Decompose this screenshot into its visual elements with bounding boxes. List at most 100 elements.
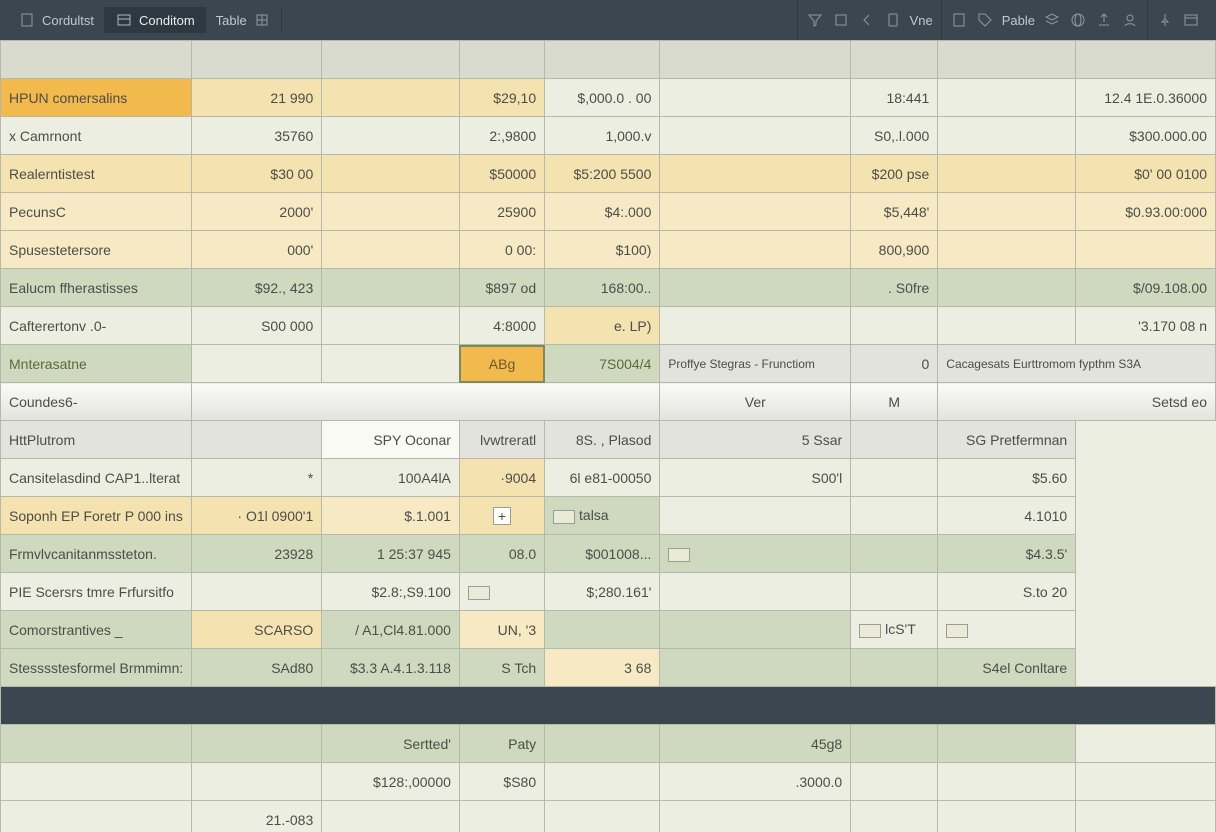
- cell[interactable]: [322, 231, 460, 269]
- row-label[interactable]: Stesssstesformel Brmmimn:: [1, 649, 192, 687]
- cell[interactable]: 6l e81-00050: [545, 459, 660, 497]
- cell[interactable]: 21 990: [192, 79, 322, 117]
- cell[interactable]: $,000.0 . 00: [545, 79, 660, 117]
- accent-right-label1[interactable]: Proffye Stegras - Frunctiom: [660, 345, 851, 383]
- cell[interactable]: $;280.161': [545, 573, 660, 611]
- filter-icon[interactable]: [806, 11, 824, 29]
- cell[interactable]: $92., 423: [192, 269, 322, 307]
- cell[interactable]: S4el Conltare: [938, 649, 1076, 687]
- cell[interactable]: [1076, 725, 1216, 763]
- cell[interactable]: [1076, 763, 1216, 801]
- cell[interactable]: [851, 649, 938, 687]
- cell[interactable]: S0,.l.000: [851, 117, 938, 155]
- cell[interactable]: [192, 725, 322, 763]
- globe-icon[interactable]: [1069, 11, 1087, 29]
- cell[interactable]: [192, 763, 322, 801]
- cell[interactable]: [660, 193, 851, 231]
- cell[interactable]: [192, 573, 322, 611]
- cell[interactable]: [322, 269, 460, 307]
- accent-label[interactable]: Mnterasatne: [1, 345, 192, 383]
- cell[interactable]: $100): [545, 231, 660, 269]
- row-label[interactable]: Soponh EP Foretr P 000 ins: [1, 497, 192, 535]
- cell[interactable]: 45g8: [660, 725, 851, 763]
- cell[interactable]: $S80: [459, 763, 544, 801]
- row-label[interactable]: Cafterertonv .0-: [1, 307, 192, 345]
- cell[interactable]: [938, 79, 1076, 117]
- cell[interactable]: [660, 611, 851, 649]
- cell[interactable]: [322, 79, 460, 117]
- cell[interactable]: [938, 801, 1076, 832]
- cell[interactable]: .3000.0: [660, 763, 851, 801]
- cell[interactable]: e. LP): [545, 307, 660, 345]
- cell[interactable]: / A1,Cl4.81.000: [322, 611, 460, 649]
- cell[interactable]: 2000': [192, 193, 322, 231]
- cell[interactable]: [938, 231, 1076, 269]
- cell[interactable]: [938, 117, 1076, 155]
- cell[interactable]: [1, 801, 192, 832]
- cell[interactable]: $897 od: [459, 269, 544, 307]
- cell[interactable]: [322, 801, 460, 832]
- phone-icon[interactable]: [884, 11, 902, 29]
- cell[interactable]: [459, 573, 544, 611]
- cell[interactable]: 1,000.v: [545, 117, 660, 155]
- row-label[interactable]: Spusestetersore: [1, 231, 192, 269]
- cell[interactable]: [938, 193, 1076, 231]
- cell[interactable]: $/09.108.00: [1076, 269, 1216, 307]
- cell[interactable]: '3.170 08 n: [1076, 307, 1216, 345]
- cell[interactable]: [322, 193, 460, 231]
- spreadsheet-area[interactable]: HPUN comersalins21 990$29,10$,000.0 . 00…: [0, 40, 1216, 832]
- cell[interactable]: . S0fre: [851, 269, 938, 307]
- cell[interactable]: [938, 155, 1076, 193]
- cell[interactable]: 21.-083: [192, 801, 322, 832]
- cell[interactable]: [1076, 231, 1216, 269]
- cell[interactable]: *: [192, 459, 322, 497]
- row-label[interactable]: Cansitelasdind CAP1..lterat: [1, 459, 192, 497]
- cell[interactable]: $.1.001: [322, 497, 460, 535]
- accent-cell-abg[interactable]: ABg: [459, 345, 544, 383]
- cell[interactable]: 800,900: [851, 231, 938, 269]
- cell[interactable]: $0.93.00:000: [1076, 193, 1216, 231]
- cell[interactable]: [660, 801, 851, 832]
- cell[interactable]: [660, 231, 851, 269]
- cell[interactable]: S00'l: [660, 459, 851, 497]
- cell[interactable]: 4.1010: [938, 497, 1076, 535]
- accent-right-label2[interactable]: Cacagesats Eurttromom fypthm S3A: [938, 345, 1216, 383]
- cell[interactable]: [851, 421, 938, 459]
- cell[interactable]: [1, 725, 192, 763]
- cell[interactable]: $300.000.00: [1076, 117, 1216, 155]
- cell[interactable]: [938, 269, 1076, 307]
- cell[interactable]: 2:,9800: [459, 117, 544, 155]
- cell[interactable]: [660, 155, 851, 193]
- cell[interactable]: SAd80: [192, 649, 322, 687]
- cell[interactable]: $5,448': [851, 193, 938, 231]
- row-label[interactable]: HPUN comersalins: [1, 79, 192, 117]
- cell[interactable]: ·9004: [459, 459, 544, 497]
- cell[interactable]: [660, 79, 851, 117]
- cell[interactable]: $5:200 5500: [545, 155, 660, 193]
- cell[interactable]: [459, 801, 544, 832]
- cell[interactable]: [851, 497, 938, 535]
- cell[interactable]: $30 00: [192, 155, 322, 193]
- cell[interactable]: +: [459, 497, 544, 535]
- tab-cordultst[interactable]: Cordultst: [8, 7, 105, 33]
- cell[interactable]: 5 Ssar: [660, 421, 851, 459]
- cell[interactable]: [545, 611, 660, 649]
- cell[interactable]: [660, 307, 851, 345]
- arrow-left-icon[interactable]: [858, 11, 876, 29]
- cell[interactable]: 100A4lA: [322, 459, 460, 497]
- cell[interactable]: [660, 649, 851, 687]
- accent-cell-val[interactable]: 7S004/4: [545, 345, 660, 383]
- cell[interactable]: S Tch: [459, 649, 544, 687]
- row-label[interactable]: x Camrnont: [1, 117, 192, 155]
- cell[interactable]: [938, 307, 1076, 345]
- cell[interactable]: [1076, 801, 1216, 832]
- pin-icon[interactable]: [1156, 11, 1174, 29]
- cell[interactable]: S00 000: [192, 307, 322, 345]
- row-label[interactable]: HttPlutrom: [1, 421, 192, 459]
- cell[interactable]: [851, 725, 938, 763]
- cell[interactable]: SG Pretfermnan: [938, 421, 1076, 459]
- cell[interactable]: Sertted': [322, 725, 460, 763]
- cell[interactable]: 12.4 1E.0.36000: [1076, 79, 1216, 117]
- cell[interactable]: [851, 459, 938, 497]
- user-icon[interactable]: [1121, 11, 1139, 29]
